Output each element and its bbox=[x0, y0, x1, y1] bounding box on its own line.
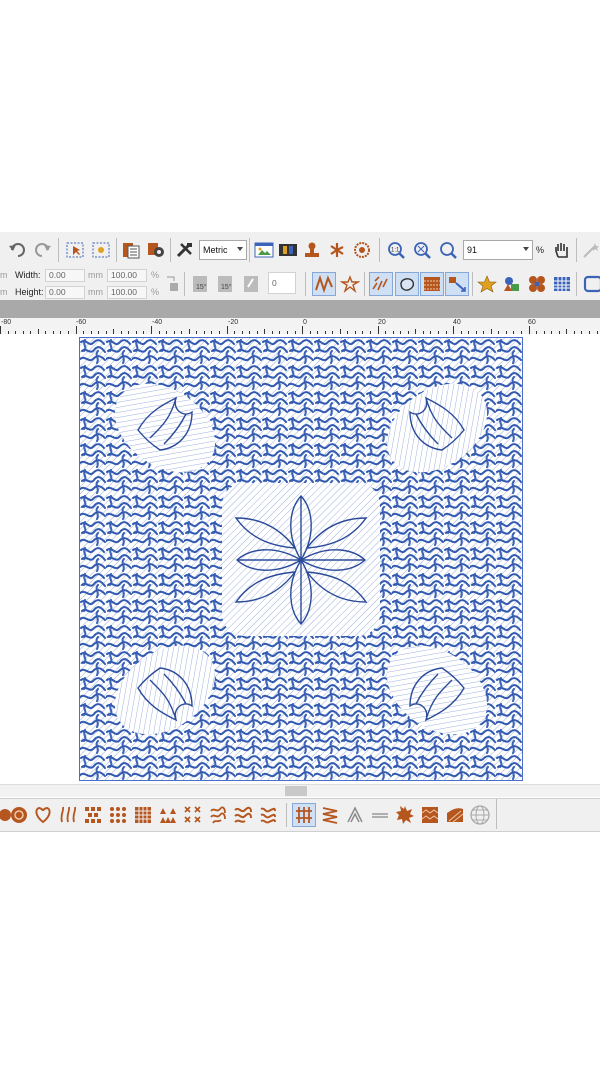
wave-fill-icon[interactable] bbox=[57, 804, 79, 826]
rotate-left-icon[interactable]: 15° bbox=[190, 273, 212, 295]
svg-text:1:1: 1:1 bbox=[391, 248, 400, 254]
grid-pattern-icon[interactable] bbox=[132, 804, 154, 826]
height-percent-field[interactable]: 100.00 bbox=[107, 286, 147, 299]
grid-fill-icon[interactable] bbox=[551, 273, 573, 295]
pages-icon[interactable] bbox=[120, 239, 142, 261]
panel-separator bbox=[0, 300, 600, 318]
height-percent-sign: % bbox=[151, 287, 160, 297]
ring-icon[interactable] bbox=[351, 239, 373, 261]
flower-fill-icon[interactable] bbox=[526, 273, 548, 295]
undo-icon[interactable] bbox=[6, 239, 28, 261]
wave2-fill-icon[interactable] bbox=[419, 804, 441, 826]
units-value: Metric bbox=[203, 245, 228, 255]
cut-path-icon[interactable] bbox=[445, 272, 469, 296]
swirl3-fill-icon[interactable] bbox=[257, 804, 279, 826]
rotate-free-icon[interactable] bbox=[240, 273, 262, 295]
properties-toolbar: m Width: 0.00 mm 100.00 % m Height: 0.00… bbox=[0, 268, 600, 301]
film-icon[interactable] bbox=[277, 239, 299, 261]
swirl2-fill-icon[interactable] bbox=[232, 804, 254, 826]
flower-outline-icon[interactable] bbox=[339, 273, 361, 295]
ruler-label: -60 bbox=[76, 319, 87, 326]
scrollbar-thumb[interactable] bbox=[285, 786, 307, 796]
shapes-icon[interactable] bbox=[501, 273, 523, 295]
redo-icon[interactable] bbox=[32, 239, 54, 261]
star-gear-icon[interactable] bbox=[394, 804, 416, 826]
picture-icon[interactable] bbox=[253, 239, 275, 261]
gear-fill-icon[interactable] bbox=[8, 804, 30, 826]
fill-toolbar bbox=[0, 798, 600, 832]
zoom-dropdown[interactable]: 91 bbox=[463, 240, 533, 260]
ruler-tick bbox=[528, 326, 530, 334]
magic-wand-icon[interactable] bbox=[580, 239, 600, 261]
rotate-right-icon[interactable]: 15° bbox=[215, 273, 237, 295]
ruler-tick bbox=[377, 326, 379, 334]
width-label: Width: bbox=[15, 270, 41, 280]
textured-fill-icon[interactable] bbox=[420, 272, 444, 296]
x-fill-icon[interactable] bbox=[182, 804, 204, 826]
horizontal-ruler: -80 -60 -40 -20 0 20 40 60 bbox=[0, 318, 600, 335]
ruler-label: -40 bbox=[152, 319, 163, 326]
select-icon[interactable] bbox=[64, 239, 86, 261]
svg-text:15°: 15° bbox=[196, 283, 207, 291]
main-toolbar: Metric 1:1 91 % bbox=[0, 232, 600, 269]
quilt-stitch-pattern bbox=[80, 338, 522, 780]
ruler-label: -80 bbox=[1, 319, 12, 326]
cross-fill-icon[interactable] bbox=[82, 804, 104, 826]
horizontal-scrollbar[interactable] bbox=[0, 784, 600, 797]
lock-ratio-icon[interactable] bbox=[161, 273, 183, 295]
height-field[interactable]: 0.00 bbox=[45, 286, 85, 299]
star-shape-icon[interactable] bbox=[476, 273, 498, 295]
ruler-label: 0 bbox=[303, 319, 307, 326]
embroidery-design[interactable] bbox=[79, 337, 523, 781]
zigzag-fill-icon[interactable] bbox=[319, 804, 341, 826]
dots-fill-icon[interactable] bbox=[107, 804, 129, 826]
spiral-icon[interactable] bbox=[326, 239, 348, 261]
ruler-label: 40 bbox=[453, 319, 461, 326]
triangles-fill-icon[interactable] bbox=[157, 804, 179, 826]
zoom-percent-label: % bbox=[536, 245, 545, 255]
ruler-tick bbox=[302, 326, 303, 334]
scatter-stitch-icon[interactable] bbox=[369, 272, 393, 296]
select-point-icon[interactable] bbox=[90, 239, 112, 261]
ruler-tick bbox=[75, 326, 77, 334]
ribbon-fill-icon[interactable] bbox=[444, 804, 466, 826]
ruler-label: -20 bbox=[228, 319, 239, 326]
zigzag-stitch-icon[interactable] bbox=[312, 272, 336, 296]
svg-text:15°: 15° bbox=[221, 283, 232, 291]
ruler-tick bbox=[226, 326, 228, 334]
ruler-tick bbox=[151, 326, 152, 334]
stamp-icon[interactable] bbox=[301, 239, 323, 261]
width-percent-sign: % bbox=[151, 270, 160, 280]
blob-outline-icon[interactable] bbox=[395, 272, 419, 296]
settings-gear-icon[interactable] bbox=[145, 239, 167, 261]
width-percent-field[interactable]: 100.00 bbox=[107, 269, 147, 282]
units-dropdown[interactable]: Metric bbox=[199, 240, 247, 260]
width-field[interactable]: 0.00 bbox=[45, 269, 85, 282]
pan-hand-icon[interactable] bbox=[551, 239, 573, 261]
ruler-label: 60 bbox=[528, 319, 536, 326]
rotate-field[interactable]: 0 bbox=[268, 272, 296, 294]
line-icon[interactable] bbox=[369, 804, 391, 826]
swirl-fill-icon[interactable] bbox=[207, 804, 229, 826]
satin-fill-icon[interactable] bbox=[292, 803, 316, 827]
height-label: Height: bbox=[15, 287, 44, 297]
design-canvas[interactable] bbox=[0, 334, 600, 784]
height-unit: mm bbox=[88, 287, 103, 297]
heart-fill-icon[interactable] bbox=[32, 804, 54, 826]
width-unit: mm bbox=[88, 270, 103, 280]
ruler-label: 20 bbox=[378, 319, 386, 326]
angle-icon[interactable] bbox=[344, 804, 366, 826]
ruler-tick bbox=[0, 326, 1, 334]
zoom-fit-icon[interactable] bbox=[412, 239, 434, 261]
zoom-in-icon[interactable] bbox=[438, 239, 460, 261]
frame-icon[interactable] bbox=[581, 273, 600, 295]
ruler-tick bbox=[453, 326, 454, 334]
globe-icon[interactable] bbox=[469, 804, 491, 826]
zoom-1-1-icon[interactable]: 1:1 bbox=[386, 239, 408, 261]
tools-icon[interactable] bbox=[174, 239, 196, 261]
zoom-value: 91 bbox=[467, 245, 478, 255]
